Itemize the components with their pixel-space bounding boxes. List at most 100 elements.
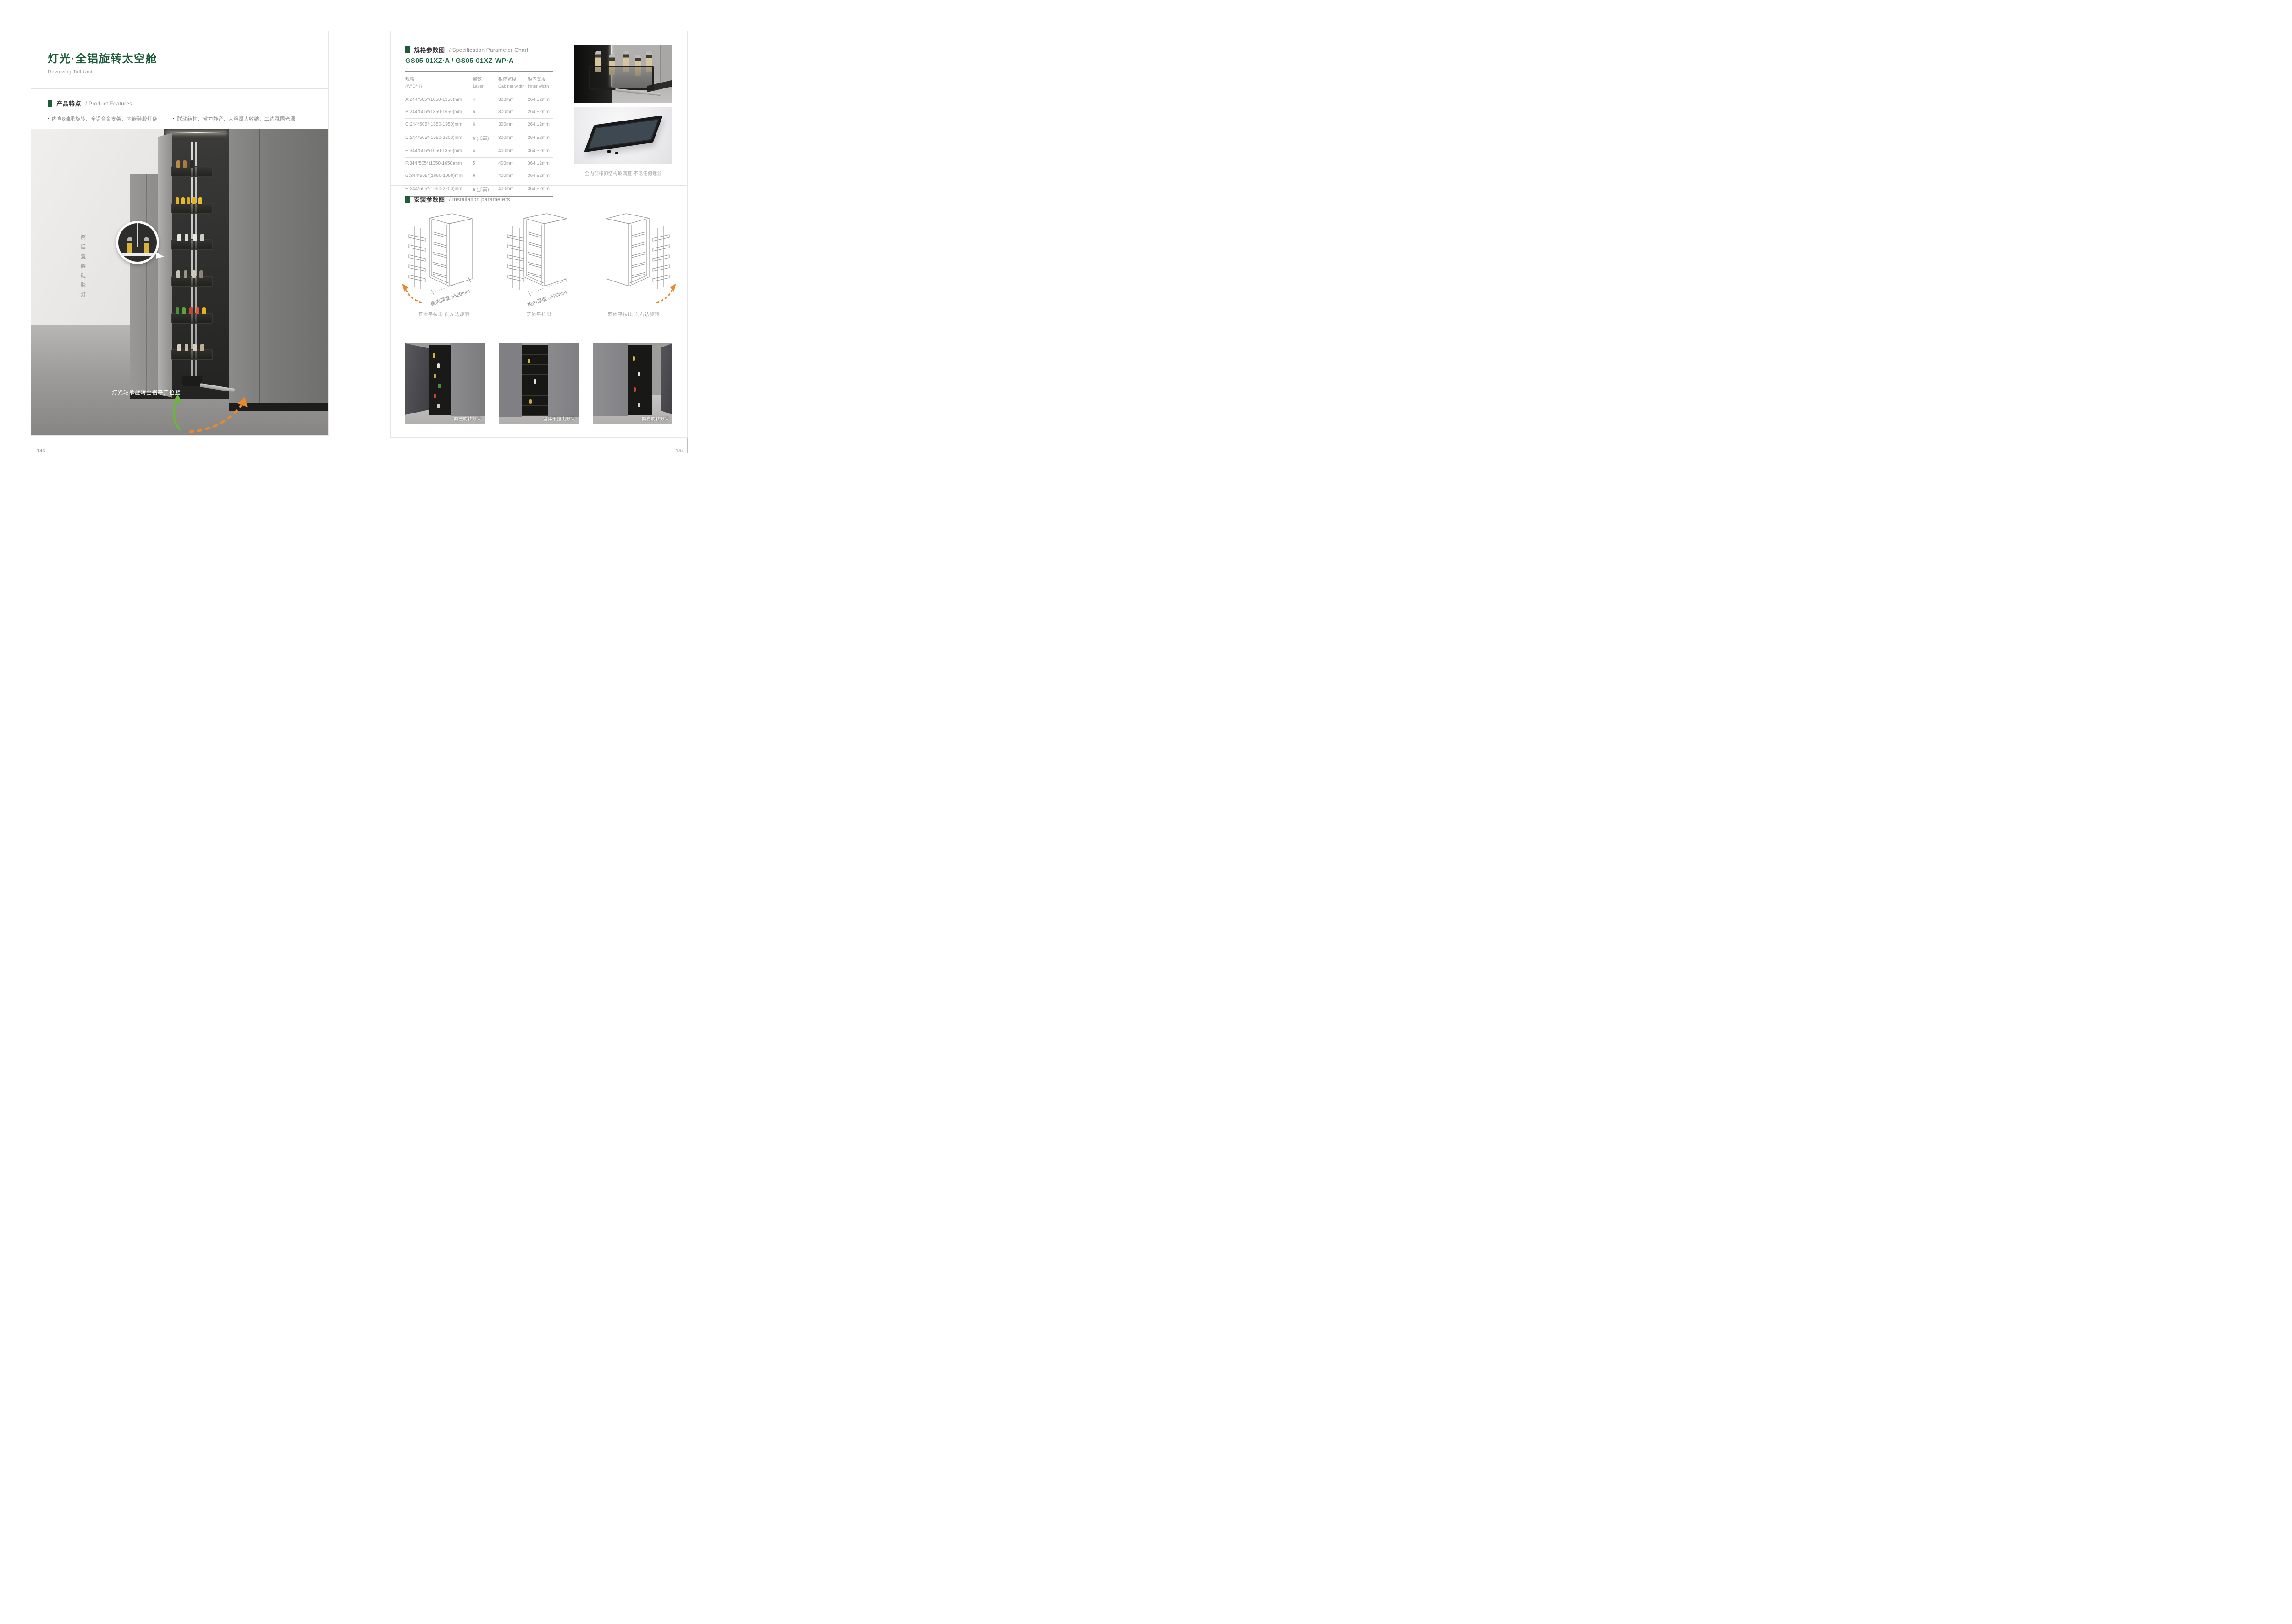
- cabinet-panel: [593, 343, 628, 416]
- model-number: GS05-01XZ·A / GS05-01XZ-WP·A: [405, 57, 514, 65]
- basket: [171, 349, 213, 360]
- pullout-tower: [171, 142, 213, 386]
- table-cell: 6 (加高): [473, 131, 498, 145]
- table-cell: 5: [473, 158, 498, 170]
- cabinet-panel: [548, 343, 579, 417]
- table-cell: 400mm: [498, 158, 528, 170]
- glass-basket: [589, 66, 654, 90]
- basket: [171, 239, 213, 250]
- green-arrow-icon: [174, 399, 181, 430]
- photo-caption: 全内部棒卯结构玻璃篮·不见任何螺丝: [574, 170, 672, 176]
- cabinet-line-art: [590, 211, 678, 309]
- bottle: [529, 399, 532, 404]
- install-heading: 安装参数图 / Installation parameters: [405, 195, 510, 204]
- column-header: 规格(W*D*H): [405, 71, 473, 94]
- table-cell: 364 ±2mm: [528, 145, 553, 158]
- bottle: [534, 379, 536, 384]
- basket: [171, 276, 213, 287]
- bottle: [633, 356, 635, 361]
- table-cell: 300mm: [498, 94, 528, 106]
- bottle: [638, 372, 640, 376]
- table-row: D:244*505*(1950-2200)mm6 (加高)300mm264 ±2…: [405, 131, 553, 145]
- table-row: C:244*505*(1650-1950)mm6300mm264 ±2mm: [405, 119, 553, 131]
- table-cell: C:244*505*(1650-1950)mm: [405, 119, 473, 131]
- bottle: [183, 160, 187, 168]
- bottle: [177, 344, 181, 351]
- bottle: [433, 353, 435, 358]
- orange-rotate-arrow-icon: [656, 288, 673, 303]
- section-marker-icon: [405, 46, 410, 53]
- table-cell: D:244*505*(1950-2200)mm: [405, 131, 473, 145]
- table-cell: E:344*505*(1050-1350)mm: [405, 145, 473, 158]
- can: [189, 307, 193, 314]
- slide-mechanism: [182, 376, 202, 386]
- table-cell: 400mm: [498, 170, 528, 182]
- can: [192, 197, 196, 204]
- rotation-arrows: [165, 391, 257, 433]
- bottle: [528, 359, 530, 363]
- led-light-strip: [167, 132, 226, 133]
- basket: [171, 166, 213, 177]
- table-cell: 264 ±2mm: [528, 131, 553, 145]
- table-cell: 5: [473, 106, 498, 119]
- depth-note: 柜内深度 ≥520mm: [430, 288, 470, 307]
- bottle: [192, 270, 196, 278]
- features-heading-zh: 产品特点: [56, 99, 81, 108]
- bullet-icon: [173, 118, 174, 119]
- left-page-header: 灯光·全铝旋转太空舱 Revolving Tall Unit: [31, 31, 328, 75]
- page-number-right: 144: [668, 448, 684, 454]
- bottle: [184, 270, 187, 278]
- orange-rotate-arrow-icon: [405, 288, 422, 303]
- bottle: [437, 363, 440, 368]
- diagram-label: 篮体平拉出: [492, 311, 586, 318]
- product-features-section: 产品特点 / Product Features 内含8轴承旋转、全铝合金支架、内…: [31, 89, 328, 122]
- diagram-rotate-right: 篮体平拉出 向右边旋转: [587, 209, 681, 320]
- can: [202, 307, 206, 314]
- effect-photo-pull-out: 篮体平拉出效果: [499, 343, 579, 424]
- features-heading: 产品特点 / Product Features: [48, 99, 312, 108]
- feature-text: 联动结构、省力静音、大容量大收纳、二边氛围光源: [177, 115, 295, 122]
- cabinet-opening: [522, 345, 547, 417]
- table-cell: 364 ±2mm: [528, 170, 553, 182]
- bottle: [193, 344, 197, 351]
- table-cell: 300mm: [498, 106, 528, 119]
- table-cell: 6: [473, 119, 498, 131]
- open-door: [158, 133, 172, 398]
- spec-heading-zh: 规格参数图: [414, 45, 445, 54]
- can: [198, 197, 202, 204]
- table-cell: 6: [473, 170, 498, 182]
- can: [176, 307, 179, 314]
- depth-note: 柜内深度 ≥520mm: [526, 289, 567, 308]
- bottle: [434, 374, 436, 378]
- table-cell: A:244*505*(1050-1350)mm: [405, 94, 473, 106]
- can: [434, 394, 436, 398]
- cabinet-opening: [429, 345, 451, 415]
- feature-item: 联动结构、省力静音、大容量大收纳、二边氛围光源: [173, 115, 295, 122]
- orange-arrowhead-icon: [670, 283, 676, 292]
- table-row: F:344*505*(1350-1650)mm5400mm364 ±2mm: [405, 158, 553, 170]
- cabinet-line-art: 柜内深度 ≥520mm: [496, 211, 583, 309]
- bottle: [200, 344, 204, 351]
- spec-heading: 规格参数图 / Specification Parameter Chart: [405, 45, 528, 54]
- can: [182, 307, 186, 314]
- table-cell: B:244*505*(1350-1650)mm: [405, 106, 473, 119]
- callout-tail: [156, 252, 164, 259]
- feature-list: 内含8轴承旋转、全铝合金支架、内嵌硅胶灯条 联动结构、省力静音、大容量大收纳、二…: [48, 115, 312, 122]
- table-row: A:244*505*(1050-1350)mm4300mm264 ±2mm: [405, 94, 553, 106]
- cabinet-opening: [628, 345, 652, 415]
- cabinet-line-art: 柜内深度 ≥520mm: [401, 211, 488, 309]
- section-marker-icon: [48, 100, 52, 107]
- callout-line: 前后氛围硅胶灯: [81, 233, 86, 300]
- diagram-pull-out: 柜内深度 ≥520mm 篮体平拉出: [492, 209, 586, 320]
- basket: [171, 313, 213, 324]
- effect-photo-rotate-right: 向右旋转效果: [593, 343, 672, 424]
- table-cell: G:344*505*(1650-1950)mm: [405, 170, 473, 182]
- basket: [171, 203, 213, 214]
- glass-shelf: [121, 253, 154, 256]
- door-seam: [259, 129, 260, 403]
- spec-table: 规格(W*D*H) 层数Layer 柜体宽度Cabinet width 柜内宽度…: [405, 71, 553, 197]
- can: [176, 197, 179, 204]
- diagram-rotate-left: 柜内深度 ≥520mm 篮体平拉出 向左边旋转: [397, 209, 491, 320]
- bottle: [176, 270, 180, 278]
- photo-caption: 篮体平拉出效果: [543, 415, 575, 422]
